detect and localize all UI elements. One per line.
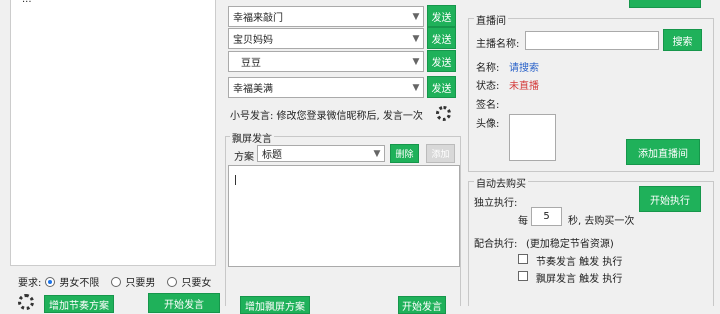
radio-any-gender-label: 男女不限 <box>59 278 100 289</box>
screen-trigger-label: 飘屏发言 触发 执行 <box>536 274 623 285</box>
auto-buy-title: 自动去购买 <box>474 175 528 190</box>
add-screen-plan-button[interactable]: 增加飘屏方案 <box>240 296 310 314</box>
avatar-image-box <box>509 114 556 161</box>
gear-icon[interactable] <box>18 294 34 310</box>
left-panel: ... 要求: 男女不限 只要男 只要女 增加节奏方案 开始发言 <box>0 0 222 313</box>
radio-male-only[interactable] <box>111 276 122 287</box>
host-name-label: 主播名称: <box>476 39 520 50</box>
window-dots: ... <box>22 0 32 5</box>
requirement-label: 要求: <box>18 278 42 289</box>
send-button-3[interactable]: 发送 <box>427 50 456 72</box>
add-rhythm-plan-button[interactable]: 增加节奏方案 <box>44 295 114 313</box>
search-button[interactable]: 搜索 <box>663 29 702 51</box>
radio-female-only-label: 只要女 <box>181 278 212 289</box>
chevron-down-icon: ▼ <box>412 11 420 22</box>
account-name: 幸福美满 <box>233 84 273 95</box>
status-label: 状态: <box>476 81 500 92</box>
radio-male-only-label: 只要男 <box>125 278 156 289</box>
right-panel: 直播间 主播名称: 搜索 名称: 请搜索 状态: 未直播 签名: 头像: 添加直… <box>464 0 720 306</box>
nickname-value: 请搜索 <box>509 63 539 74</box>
screen-speech-title: 飘屏发言 <box>230 130 274 145</box>
avatar-label: 头像: <box>476 119 500 130</box>
plan-value: 标题 <box>262 150 282 161</box>
radio-female-only[interactable] <box>167 276 178 287</box>
nickname-label: 名称: <box>476 63 500 74</box>
start-speech-button-middle[interactable]: 开始发言 <box>398 296 446 314</box>
combo-exec-label: 配合执行: <box>474 239 518 250</box>
delete-plan-button[interactable]: 删除 <box>390 144 419 163</box>
send-button-2[interactable]: 发送 <box>427 27 456 49</box>
solo-exec-label: 独立执行: <box>474 198 518 209</box>
chevron-down-icon: ▼ <box>412 82 420 93</box>
plan-select[interactable]: 标题 ▼ <box>257 145 385 162</box>
every-label: 每 <box>518 216 528 227</box>
signature-label: 签名: <box>476 100 500 111</box>
status-value: 未直播 <box>509 81 539 92</box>
live-room-title: 直播间 <box>474 12 508 27</box>
host-name-input[interactable] <box>525 31 659 50</box>
account-select-2[interactable]: 宝贝妈妈 ▼ <box>228 28 424 49</box>
plan-label: 方案 <box>234 152 254 163</box>
rhythm-trigger-label: 节奏发言 触发 执行 <box>536 257 623 268</box>
seconds-input[interactable]: 5 <box>531 207 562 226</box>
account-name: 宝贝妈妈 <box>233 35 273 46</box>
account-select-1[interactable]: 幸福来敲门 ▼ <box>228 6 424 27</box>
left-list-area <box>10 0 216 266</box>
gender-requirement: 要求: 男女不限 只要男 只要女 <box>18 274 211 289</box>
start-speech-button-left[interactable]: 开始发言 <box>148 293 220 313</box>
account-select-3[interactable]: 豆豆 ▼ <box>228 51 424 72</box>
account-name: 幸福来敲门 <box>233 13 283 24</box>
radio-any-gender[interactable] <box>45 276 56 287</box>
top-right-button[interactable] <box>629 0 701 8</box>
middle-panel: 幸福来敲门 ▼ 发送 宝贝妈妈 ▼ 发送 豆豆 ▼ 发送 幸福美满 ▼ 发送 小… <box>222 0 464 314</box>
screen-trigger-checkbox[interactable] <box>518 271 528 281</box>
account-name: 豆豆 <box>241 58 261 69</box>
settings-gear-icon[interactable] <box>436 106 451 121</box>
per-buy-label: 秒, 去购买一次 <box>568 216 635 227</box>
text-cursor <box>235 175 236 185</box>
alt-account-speech-text: 小号发言: 修改您登录微信昵称后, 发言一次 <box>230 111 423 122</box>
combo-exec-note: (更加稳定节省资源) <box>526 239 614 250</box>
seconds-value: 5 <box>543 211 550 222</box>
add-live-room-button[interactable]: 添加直播间 <box>626 139 700 165</box>
rhythm-trigger-checkbox[interactable] <box>518 254 528 264</box>
chevron-down-icon: ▼ <box>373 148 381 159</box>
send-button-1[interactable]: 发送 <box>427 5 456 27</box>
add-plan-button[interactable]: 添加 <box>426 144 455 163</box>
account-select-4[interactable]: 幸福美满 ▼ <box>228 77 424 98</box>
chevron-down-icon: ▼ <box>412 33 420 44</box>
start-exec-button[interactable]: 开始执行 <box>639 186 701 212</box>
screen-speech-textarea[interactable] <box>228 165 460 267</box>
chevron-down-icon: ▼ <box>412 56 420 67</box>
send-button-4[interactable]: 发送 <box>427 76 456 98</box>
